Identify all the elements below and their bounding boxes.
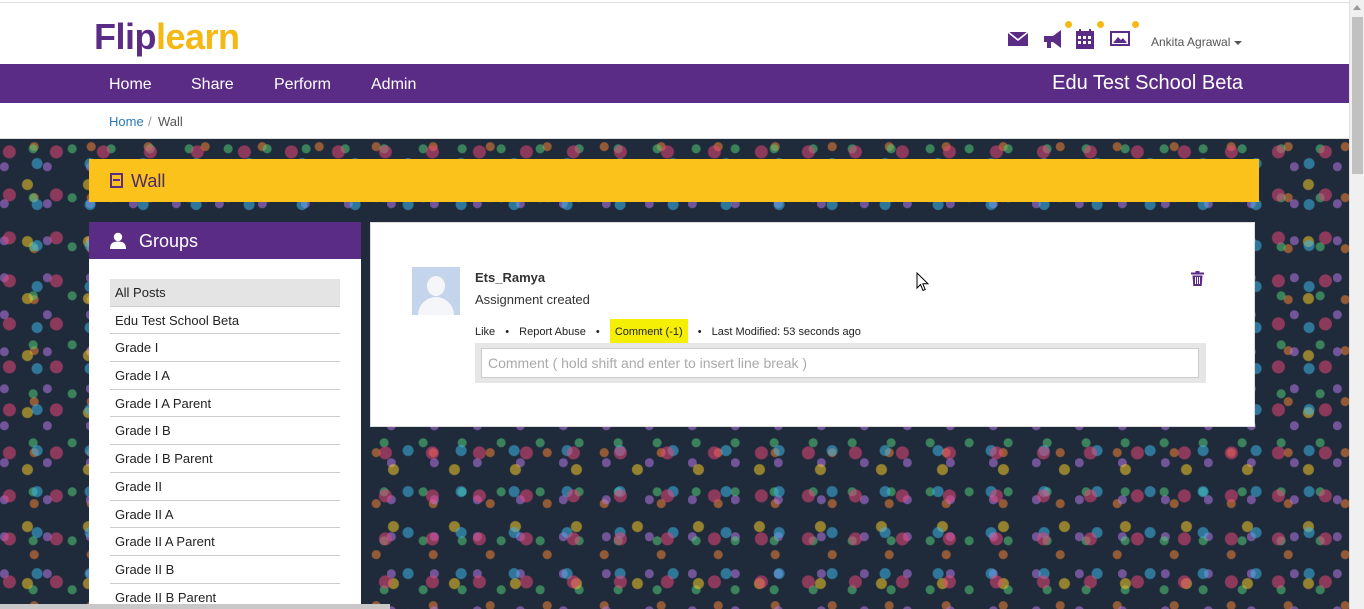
post-actions: Like • Report Abuse • Comment (-1) • Las…: [475, 319, 861, 345]
group-item[interactable]: Grade II A: [110, 501, 340, 529]
breadcrumb: Home / Wall: [0, 103, 1349, 139]
wall-title: Wall: [131, 171, 166, 191]
notification-dot: [1065, 21, 1072, 28]
breadcrumb-separator: /: [148, 114, 152, 129]
scroll-up-arrow-icon[interactable]: [1353, 5, 1361, 10]
wall-icon: [110, 173, 123, 188]
groups-header: Groups: [89, 222, 361, 259]
group-item[interactable]: Edu Test School Beta: [110, 307, 340, 335]
group-item[interactable]: Grade I B Parent: [110, 445, 340, 473]
group-item[interactable]: Grade II A Parent: [110, 528, 340, 556]
groups-title: Groups: [139, 231, 199, 251]
comment-input[interactable]: [481, 348, 1199, 378]
post-card: Ets_Ramya Assignment created Like • Repo…: [370, 222, 1255, 427]
last-modified: Last Modified: 53 seconds ago: [711, 326, 861, 338]
nav-perform[interactable]: Perform: [274, 76, 331, 94]
breadcrumb-home-link[interactable]: Home: [109, 114, 144, 129]
logo-part-flip: Flip: [94, 16, 156, 57]
post-author[interactable]: Ets_Ramya: [475, 270, 545, 285]
group-item[interactable]: Grade II B: [110, 556, 340, 584]
fliplearn-logo[interactable]: Fliplearn: [94, 17, 240, 57]
calendar-icon[interactable]: [1073, 21, 1104, 51]
horizontal-scrollbar[interactable]: [0, 604, 390, 609]
logo-part-learn: learn: [155, 16, 240, 57]
mail-icon[interactable]: [1006, 27, 1030, 51]
wall-header: Wall: [89, 159, 1259, 202]
trash-icon[interactable]: [1191, 271, 1204, 286]
comment-box: [475, 343, 1206, 383]
report-abuse-link[interactable]: Report Abuse: [519, 326, 586, 338]
nav-share[interactable]: Share: [191, 76, 234, 94]
breadcrumb-current: Wall: [158, 114, 183, 129]
top-header: Fliplearn Ankita Agrawal: [0, 2, 1349, 64]
comment-link[interactable]: Comment (-1): [609, 319, 688, 345]
groups-panel: Groups All Posts Edu Test School Beta Grad…: [89, 222, 361, 609]
caret-down-icon: [1234, 40, 1243, 45]
group-list: All Posts Edu Test School Beta Grade I Grad…: [110, 279, 340, 609]
bullet-separator: •: [595, 326, 600, 338]
nav-admin[interactable]: Admin: [371, 76, 416, 94]
post-text: Assignment created: [475, 292, 590, 307]
group-item[interactable]: Grade II: [110, 473, 340, 501]
group-item[interactable]: Grade I A: [110, 362, 340, 390]
group-item[interactable]: Grade I A Parent: [110, 390, 340, 418]
group-item[interactable]: All Posts: [110, 279, 340, 307]
user-icon: [109, 232, 127, 249]
notification-dot: [1097, 21, 1104, 28]
vertical-scrollbar[interactable]: [1349, 0, 1364, 609]
group-item[interactable]: Grade I B: [110, 417, 340, 446]
bullet-separator: •: [697, 326, 702, 338]
avatar-head-shape: [427, 276, 445, 296]
announcement-icon[interactable]: [1041, 21, 1072, 51]
like-link[interactable]: Like: [475, 326, 495, 338]
gallery-icon[interactable]: [1108, 21, 1139, 51]
user-name: Ankita Agrawal: [1151, 35, 1231, 49]
notification-dot: [1132, 21, 1139, 28]
group-item[interactable]: Grade I: [110, 334, 340, 363]
bullet-separator: •: [505, 326, 510, 338]
main-nav: Home Share Perform Admin Edu Test School…: [0, 64, 1349, 103]
avatar[interactable]: [412, 267, 460, 315]
school-name: Edu Test School Beta: [1052, 72, 1243, 94]
user-menu[interactable]: Ankita Agrawal: [1151, 35, 1243, 49]
scroll-thumb[interactable]: [1352, 17, 1363, 174]
nav-home[interactable]: Home: [109, 76, 152, 94]
avatar-body-shape: [418, 297, 454, 315]
mouse-cursor-icon: [916, 272, 930, 292]
